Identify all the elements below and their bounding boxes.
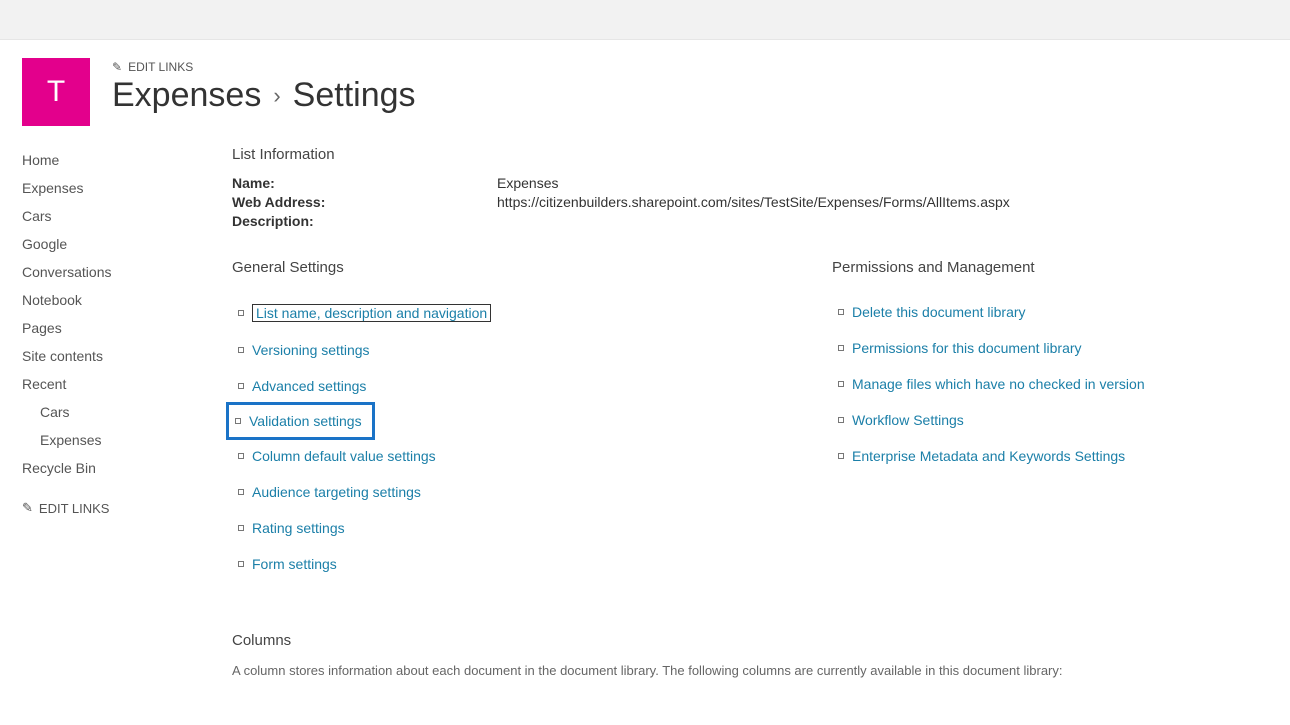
setting-advanced: Advanced settings xyxy=(232,368,832,404)
nav-expenses[interactable]: Expenses xyxy=(22,174,192,202)
chevron-right-icon: › xyxy=(273,83,280,109)
link-advanced[interactable]: Advanced settings xyxy=(252,378,366,394)
nav-recent[interactable]: Recent xyxy=(22,370,192,398)
nav-recent-expenses[interactable]: Expenses xyxy=(22,426,192,454)
setting-audience: Audience targeting settings xyxy=(232,474,832,510)
breadcrumb-settings: Settings xyxy=(293,76,416,115)
setting-delete-library: Delete this document library xyxy=(832,294,1260,330)
site-logo-letter: T xyxy=(47,75,65,109)
general-settings-heading: General Settings xyxy=(232,259,832,276)
link-permissions[interactable]: Permissions for this document library xyxy=(852,340,1082,356)
name-value: Expenses xyxy=(497,175,558,191)
edit-links-label: EDIT LINKS xyxy=(128,60,193,74)
nav-recycle-bin[interactable]: Recycle Bin xyxy=(22,454,192,482)
link-validation[interactable]: Validation settings xyxy=(249,413,362,429)
bullet-icon xyxy=(838,309,844,315)
bullet-icon xyxy=(238,453,244,459)
setting-permissions: Permissions for this document library xyxy=(832,330,1260,366)
edit-links-top[interactable]: ✎ EDIT LINKS xyxy=(112,60,416,74)
nav-home[interactable]: Home xyxy=(22,146,192,174)
bullet-icon xyxy=(838,381,844,387)
description-label: Description: xyxy=(232,213,497,229)
columns-description: A column stores information about each d… xyxy=(232,661,1260,681)
nav-conversations[interactable]: Conversations xyxy=(22,258,192,286)
link-delete-library[interactable]: Delete this document library xyxy=(852,304,1026,320)
bullet-icon xyxy=(838,345,844,351)
permissions-heading: Permissions and Management xyxy=(832,259,1260,276)
pencil-icon: ✎ xyxy=(22,500,33,516)
bullet-icon xyxy=(238,489,244,495)
setting-list-name: List name, description and navigation xyxy=(232,294,832,332)
setting-metadata: Enterprise Metadata and Keywords Setting… xyxy=(832,438,1260,474)
link-list-name[interactable]: List name, description and navigation xyxy=(252,304,491,322)
pencil-icon: ✎ xyxy=(112,60,122,74)
setting-rating: Rating settings xyxy=(232,510,832,546)
suite-bar xyxy=(0,0,1290,40)
nav-google[interactable]: Google xyxy=(22,230,192,258)
bullet-icon xyxy=(838,453,844,459)
setting-form: Form settings xyxy=(232,546,832,582)
bullet-icon xyxy=(838,417,844,423)
bullet-icon xyxy=(238,310,244,316)
nav-cars[interactable]: Cars xyxy=(22,202,192,230)
edit-links-bottom-label: EDIT LINKS xyxy=(39,501,110,516)
bullet-icon xyxy=(238,525,244,531)
bullet-icon xyxy=(235,418,241,424)
bullet-icon xyxy=(238,383,244,389)
link-manage-files[interactable]: Manage files which have no checked in ve… xyxy=(852,376,1145,392)
page-header: T ✎ EDIT LINKS Expenses › Settings xyxy=(0,40,1290,136)
nav-notebook[interactable]: Notebook xyxy=(22,286,192,314)
list-info-heading: List Information xyxy=(232,146,1260,163)
breadcrumb: Expenses › Settings xyxy=(112,76,416,115)
link-form[interactable]: Form settings xyxy=(252,556,337,572)
web-address-value: https://citizenbuilders.sharepoint.com/s… xyxy=(497,194,1010,210)
breadcrumb-expenses[interactable]: Expenses xyxy=(112,76,261,115)
nav-site-contents[interactable]: Site contents xyxy=(22,342,192,370)
link-rating[interactable]: Rating settings xyxy=(252,520,345,536)
link-workflow[interactable]: Workflow Settings xyxy=(852,412,964,428)
link-column-default[interactable]: Column default value settings xyxy=(252,448,436,464)
edit-links-bottom[interactable]: ✎ EDIT LINKS xyxy=(22,500,192,516)
highlighted-validation: Validation settings xyxy=(226,402,375,440)
nav-pages[interactable]: Pages xyxy=(22,314,192,342)
name-label: Name: xyxy=(232,175,497,191)
link-versioning[interactable]: Versioning settings xyxy=(252,342,370,358)
main-content: List Information Name: Expenses Web Addr… xyxy=(192,146,1290,681)
bullet-icon xyxy=(238,347,244,353)
setting-column-default: Column default value settings xyxy=(232,438,832,474)
columns-heading: Columns xyxy=(232,632,1260,649)
setting-workflow: Workflow Settings xyxy=(832,402,1260,438)
link-metadata[interactable]: Enterprise Metadata and Keywords Setting… xyxy=(852,448,1125,464)
setting-manage-files: Manage files which have no checked in ve… xyxy=(832,366,1260,402)
link-audience[interactable]: Audience targeting settings xyxy=(252,484,421,500)
web-address-label: Web Address: xyxy=(232,194,497,210)
quick-launch: Home Expenses Cars Google Conversations … xyxy=(22,146,192,681)
bullet-icon xyxy=(238,561,244,567)
nav-recent-cars[interactable]: Cars xyxy=(22,398,192,426)
site-logo[interactable]: T xyxy=(22,58,90,126)
setting-versioning: Versioning settings xyxy=(232,332,832,368)
setting-validation: Validation settings xyxy=(235,413,362,429)
